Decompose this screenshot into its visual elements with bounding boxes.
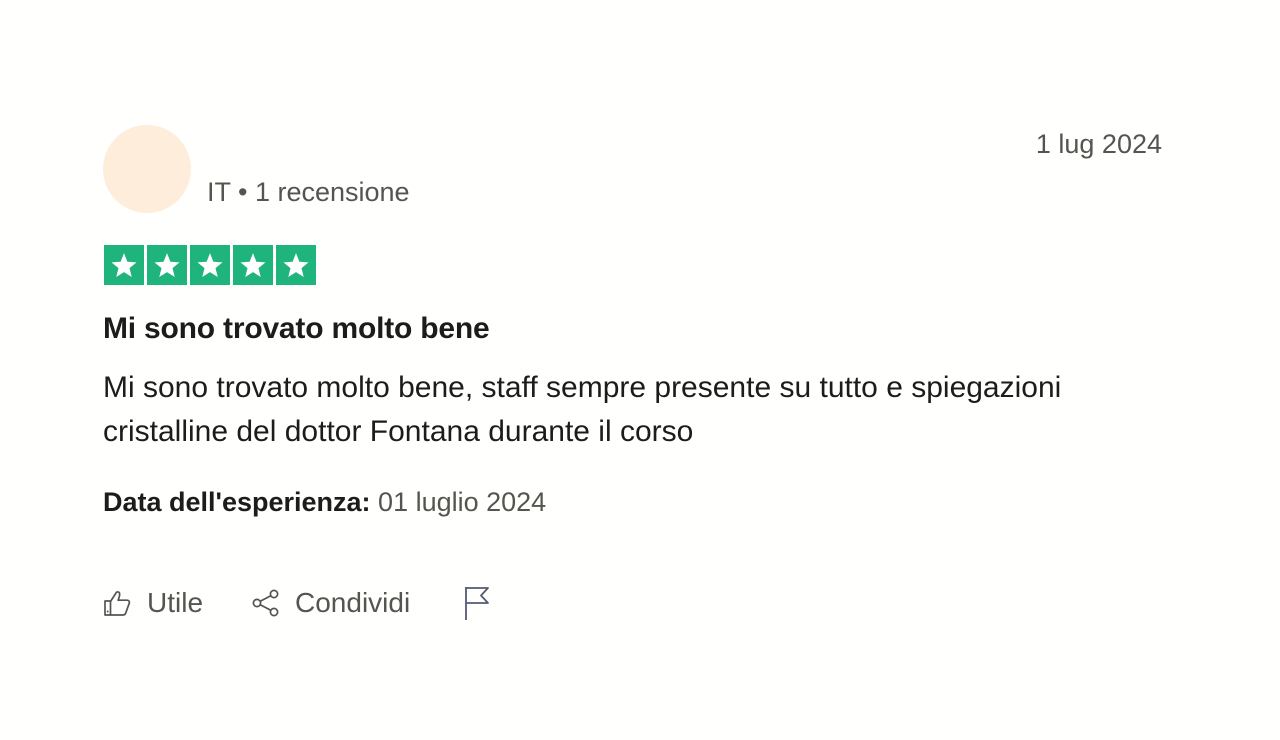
review-date: 1 lug 2024 [1035,129,1162,159]
experience-date-label: Data dell'esperienza: [103,487,371,517]
experience-date: Data dell'esperienza: 01 luglio 2024 [103,487,546,518]
review-title[interactable]: Mi sono trovato molto bene [103,312,490,346]
flag-icon [462,585,492,621]
reviewer-meta: IT • 1 recensione [207,177,410,207]
star-icon [233,245,273,285]
thumbs-up-icon [103,588,133,618]
avatar[interactable] [103,125,191,213]
review-card: IT • 1 recensione 1 lug 2024 Mi sono tro… [0,0,1280,740]
useful-label: Utile [147,587,204,618]
share-label: Condividi [295,587,411,618]
star-icon [190,245,230,285]
useful-button[interactable]: Utile [103,587,203,619]
star-rating [104,245,316,285]
star-icon [276,245,316,285]
review-actions: Utile Condividi [103,583,492,623]
share-button[interactable]: Condividi [251,587,410,619]
star-icon [104,245,144,285]
review-body: Mi sono trovato molto bene, staff sempre… [103,371,1062,448]
report-button[interactable] [462,585,492,621]
star-icon [147,245,187,285]
share-icon [251,588,281,618]
experience-date-value: 01 luglio 2024 [378,487,547,517]
